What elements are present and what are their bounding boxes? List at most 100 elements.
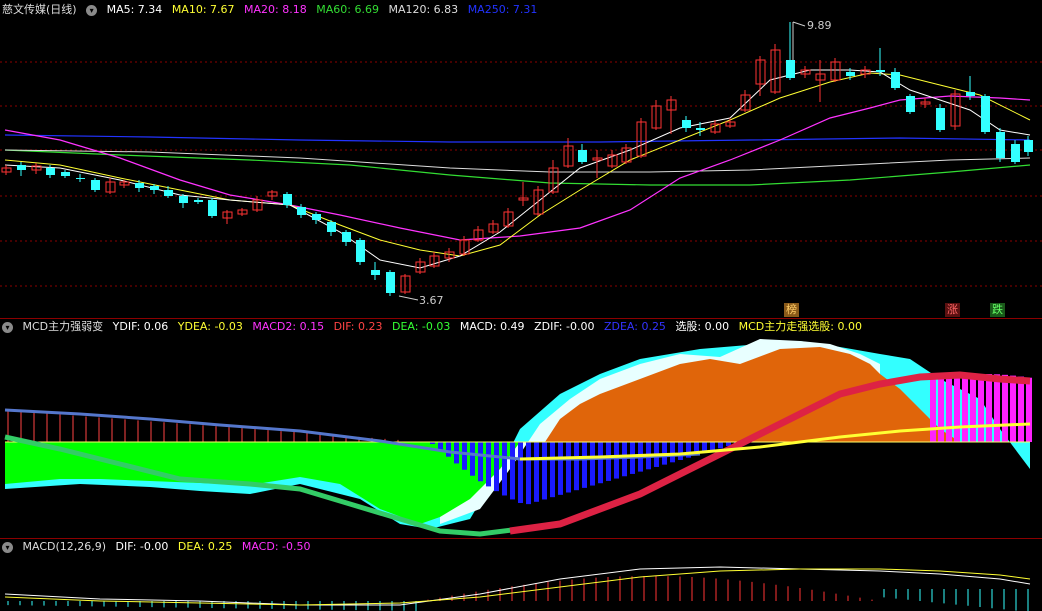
macd-dea: DEA: 0.25 xyxy=(177,540,233,553)
mcd-macd2: MACD2: 0.15 xyxy=(252,320,325,333)
ma10-value: MA10: 7.67 xyxy=(171,3,235,16)
mcd-blue-bar xyxy=(446,442,451,457)
candle-body xyxy=(996,132,1005,158)
candle-body xyxy=(356,240,365,262)
mcd-blue-bar xyxy=(470,442,475,476)
candle-body xyxy=(371,270,380,275)
mcd-blue-bar xyxy=(502,442,507,496)
mcd-magenta-bar xyxy=(962,374,968,442)
candle-body xyxy=(61,172,70,176)
low-price-label: 3.67 xyxy=(419,294,444,307)
mcd-magenta-bar xyxy=(930,379,936,442)
candle-body xyxy=(283,194,292,205)
mcd-xuangu: 选股: 0.00 xyxy=(675,320,730,333)
candle-body xyxy=(981,96,990,132)
candle-body xyxy=(76,178,85,179)
ma20-value: MA20: 8.18 xyxy=(244,3,307,16)
mcd-strong-select: MCD主力走强选股: 0.00 xyxy=(738,320,862,333)
candle-body xyxy=(936,108,945,130)
ma250-value: MA250: 7.31 xyxy=(467,3,538,16)
price-panel: 慈文传媒(日线) ▾ MA5: 7.34 MA10: 7.67 MA20: 8.… xyxy=(0,0,1042,318)
collapse-toggle-icon[interactable]: ▾ xyxy=(2,541,13,553)
mcd-blue-bar xyxy=(678,442,683,460)
mcd-blue-bar xyxy=(550,442,555,498)
price-chart[interactable] xyxy=(0,0,1042,318)
mcd-magenta-bar xyxy=(946,376,952,442)
mcd-blue-bar xyxy=(670,442,675,463)
candle-body xyxy=(906,96,915,112)
mcd-dif: DIF: 0.23 xyxy=(333,320,383,333)
marker-zhang[interactable]: 涨 xyxy=(945,303,960,317)
mcd-magenta-bar xyxy=(970,374,976,442)
mcd-magenta-bar xyxy=(986,374,992,442)
candlestick-series xyxy=(1,22,1033,296)
mcd-magenta-bar xyxy=(938,377,944,442)
mcd-zdif: ZDIF: -0.00 xyxy=(534,320,595,333)
ma120-value: MA120: 6.83 xyxy=(388,3,459,16)
mcd-blue-bar xyxy=(438,442,443,450)
candle-body xyxy=(135,183,144,188)
candle-body xyxy=(17,165,26,170)
candle-body xyxy=(46,168,55,175)
high-marker-arrow xyxy=(792,21,806,27)
collapse-toggle-icon[interactable]: ▾ xyxy=(2,321,13,333)
candle-body xyxy=(208,200,217,216)
mcd-blue-bar xyxy=(566,442,571,493)
ma5-value: MA5: 7.34 xyxy=(106,3,163,16)
macd-histogram xyxy=(7,576,1029,611)
candle-body xyxy=(1024,140,1033,152)
mcd-blue-bar xyxy=(462,442,467,470)
ma250-line xyxy=(4,134,1031,143)
mcd-blue-bar xyxy=(518,442,523,503)
candle-body xyxy=(150,186,159,190)
ma10-line xyxy=(4,72,1031,257)
ma60-value: MA60: 6.69 xyxy=(316,3,379,16)
candle-body xyxy=(682,120,691,128)
mcd-blue-bar xyxy=(718,442,723,449)
mcd-blue-bar xyxy=(622,442,627,477)
mcd-blue-bar xyxy=(710,442,715,451)
candle-body xyxy=(578,150,587,162)
ma5-line xyxy=(4,69,1031,269)
mcd-magenta-bar xyxy=(954,375,960,442)
mcd-ydif: YDIF: 0.06 xyxy=(112,320,169,333)
marker-die[interactable]: 跌 xyxy=(990,303,1005,317)
mcd-magenta-bar xyxy=(994,374,1000,442)
ma120-line xyxy=(4,149,1031,173)
mcd-blue-bar xyxy=(494,442,499,492)
mcd-blue-bar xyxy=(478,442,483,482)
low-marker-arrow xyxy=(398,295,419,301)
candle-body xyxy=(91,180,100,190)
mcd-panel: ▾ MCD主力强弱变 YDIF: 0.06 YDEA: -0.03 MACD2:… xyxy=(0,319,1042,539)
mcd-blue-bar xyxy=(614,442,619,479)
candle-body xyxy=(164,190,173,196)
marker-bang[interactable]: 榜 xyxy=(784,303,799,317)
candle-body xyxy=(891,72,900,88)
candle-body xyxy=(179,196,188,203)
mcd-blue-bar xyxy=(582,442,587,488)
candle-body xyxy=(342,232,351,242)
candle-body xyxy=(966,92,975,96)
candle-body xyxy=(696,128,705,130)
price-panel-header: 慈文传媒(日线) ▾ MA5: 7.34 MA10: 7.67 MA20: 8.… xyxy=(2,2,543,18)
collapse-toggle-icon[interactable]: ▾ xyxy=(86,4,98,16)
macd-title: MACD(12,26,9) xyxy=(22,540,107,553)
mcd-blue-bar xyxy=(510,442,515,500)
macd-dif: DIF: -0.00 xyxy=(115,540,169,553)
mcd-blue-bar xyxy=(598,442,603,484)
candle-body xyxy=(194,200,203,202)
mcd-magenta-bar xyxy=(978,374,984,442)
candle-body xyxy=(386,272,395,293)
mcd-panel-header: ▾ MCD主力强弱变 YDIF: 0.06 YDEA: -0.03 MACD2:… xyxy=(2,319,868,335)
mcd-magenta-bar xyxy=(1018,376,1024,442)
mcd-blue-bar xyxy=(526,442,531,505)
candle-body xyxy=(846,72,855,76)
macd-dif-line xyxy=(4,566,1031,606)
macd-macd: MACD: -0.50 xyxy=(241,540,311,553)
mcd-magenta-bar xyxy=(1026,377,1032,442)
candle-body xyxy=(786,60,795,78)
candle-body xyxy=(297,207,306,215)
mcd-magenta-bar xyxy=(1002,374,1008,442)
high-price-label: 9.89 xyxy=(807,19,832,32)
mcd-chart[interactable] xyxy=(0,319,1042,539)
